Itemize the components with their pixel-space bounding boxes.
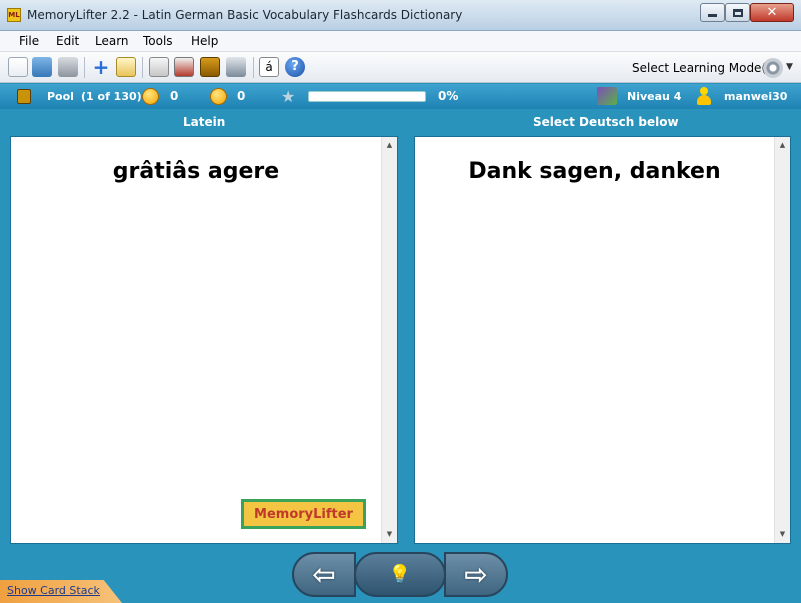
pool-count: (1 of 130) [81, 90, 142, 103]
user-name: manwei30 [724, 90, 788, 103]
learning-mode-label[interactable]: Select Learning Mode(s) [632, 61, 777, 75]
wrong-count: 0 [237, 89, 246, 103]
star-icon: ★ [281, 87, 296, 106]
print-icon[interactable] [58, 57, 78, 77]
close-button[interactable]: ✕ [750, 3, 794, 22]
arrow-left-icon: ⇦ [312, 558, 336, 591]
show-card-stack-link[interactable]: Show Card Stack [7, 584, 100, 597]
special-char-icon[interactable]: á [259, 57, 279, 77]
lightbulb-icon: 💡 [388, 564, 412, 585]
previous-card-button[interactable]: ⇦ [292, 552, 356, 597]
slideshow-icon[interactable] [149, 57, 169, 77]
question-panel: grâtiâs agere MemoryLifter ▲ ▼ [10, 136, 398, 544]
scroll-up-icon[interactable]: ▲ [382, 138, 397, 153]
scroll-down-icon[interactable]: ▼ [775, 527, 790, 542]
scroll-up-icon[interactable]: ▲ [775, 138, 790, 153]
question-column-header: Latein [183, 115, 226, 129]
chevron-down-icon[interactable]: ▼ [786, 62, 793, 72]
level-label: Niveau 4 [627, 90, 682, 103]
answer-text: Dank sagen, danken [468, 159, 721, 184]
window-title: MemoryLifter 2.2 - Latin German Basic Vo… [27, 8, 463, 22]
wrong-smiley-icon [210, 88, 227, 105]
edit-icon[interactable] [116, 57, 136, 77]
new-file-icon[interactable] [8, 57, 28, 77]
question-text: grâtiâs agere [112, 159, 280, 184]
toolbar: + á ? Select Learning Mode(s) ▼ [0, 52, 801, 83]
memorylifter-logo: MemoryLifter [241, 499, 366, 529]
arrow-right-icon: ⇨ [464, 558, 488, 591]
user-icon [696, 87, 712, 106]
answer-panel: Dank sagen, danken ▲ ▼ [414, 136, 791, 544]
correct-smiley-icon [142, 88, 159, 105]
card-box-icon [17, 89, 31, 104]
progress-bar [308, 91, 426, 102]
answer-scrollbar[interactable]: ▲ ▼ [774, 137, 790, 543]
hint-button[interactable]: 💡 [354, 552, 446, 597]
statistics-icon[interactable] [174, 57, 194, 77]
menu-learn[interactable]: Learn [95, 34, 129, 48]
progress-percent: 0% [438, 89, 459, 103]
scroll-down-icon[interactable]: ▼ [382, 527, 397, 542]
question-scrollbar[interactable]: ▲ ▼ [381, 137, 397, 543]
minimize-icon [708, 14, 717, 17]
maximize-button[interactable] [725, 3, 750, 22]
menu-edit[interactable]: Edit [56, 34, 79, 48]
title-bar: ML MemoryLifter 2.2 - Latin German Basic… [0, 0, 801, 31]
menu-tools[interactable]: Tools [143, 34, 173, 48]
learning-status-bar: Pool (1 of 130) 0 0 ★ 0% Niveau 4 manwei… [0, 84, 801, 109]
dictionary-icon[interactable] [200, 57, 220, 77]
add-card-icon[interactable]: + [91, 57, 111, 77]
maximize-icon [732, 8, 743, 17]
minimize-button[interactable] [700, 3, 725, 22]
menu-help[interactable]: Help [191, 34, 218, 48]
pool-label: Pool [47, 90, 74, 103]
correct-count: 0 [170, 89, 179, 103]
settings-tools-icon[interactable] [226, 57, 246, 77]
close-icon: ✕ [766, 5, 778, 20]
help-icon[interactable]: ? [285, 57, 305, 77]
next-card-button[interactable]: ⇨ [444, 552, 508, 597]
app-logo-icon: ML [7, 8, 21, 22]
open-folder-icon[interactable] [32, 57, 52, 77]
toolbar-separator [84, 57, 85, 78]
card-navigation: ⇦ 💡 ⇨ [0, 544, 801, 603]
menu-file[interactable]: File [19, 34, 39, 48]
answer-column-header: Select Deutsch below [533, 115, 679, 129]
toolbar-separator [142, 57, 143, 78]
menu-bar: File Edit Learn Tools Help [0, 31, 801, 52]
level-icon [597, 87, 617, 105]
toolbar-separator [253, 57, 254, 78]
learning-mode-gear-icon[interactable] [763, 58, 783, 78]
